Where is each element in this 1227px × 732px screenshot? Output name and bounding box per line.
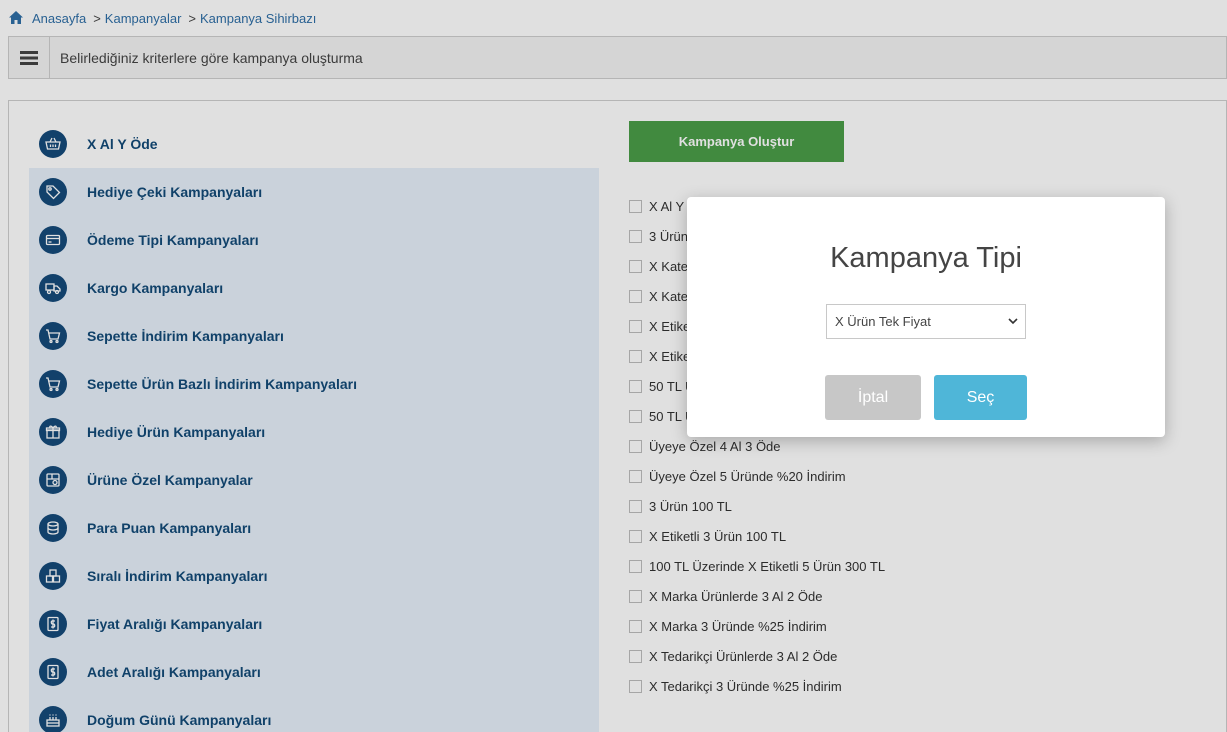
chevron-down-icon — [1008, 318, 1018, 325]
campaign-type-select[interactable]: X Ürün Tek Fiyat — [826, 304, 1026, 339]
dialog-title: Kampanya Tipi — [830, 242, 1022, 274]
select-button[interactable]: Seç — [934, 375, 1027, 420]
campaign-type-select-value: X Ürün Tek Fiyat — [835, 314, 931, 329]
cancel-button[interactable]: İptal — [825, 375, 921, 420]
campaign-type-dialog: Kampanya Tipi X Ürün Tek Fiyat İptal Seç — [687, 197, 1165, 437]
